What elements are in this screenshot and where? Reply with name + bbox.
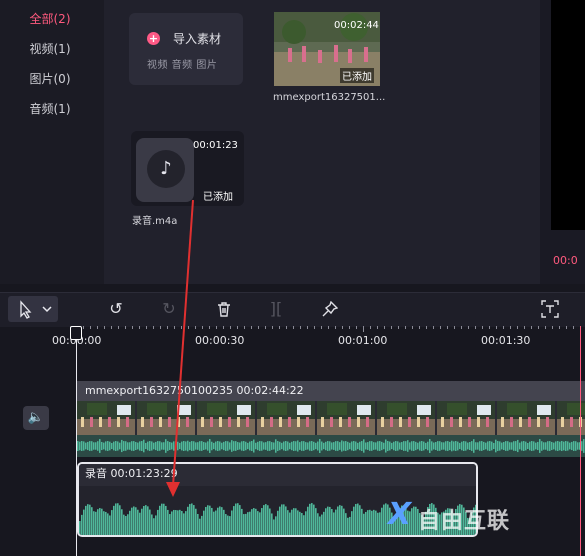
annotation-arrow bbox=[166, 199, 194, 497]
watermark-text: 自由互联 bbox=[418, 509, 511, 534]
watermark-logo: X bbox=[388, 497, 412, 532]
